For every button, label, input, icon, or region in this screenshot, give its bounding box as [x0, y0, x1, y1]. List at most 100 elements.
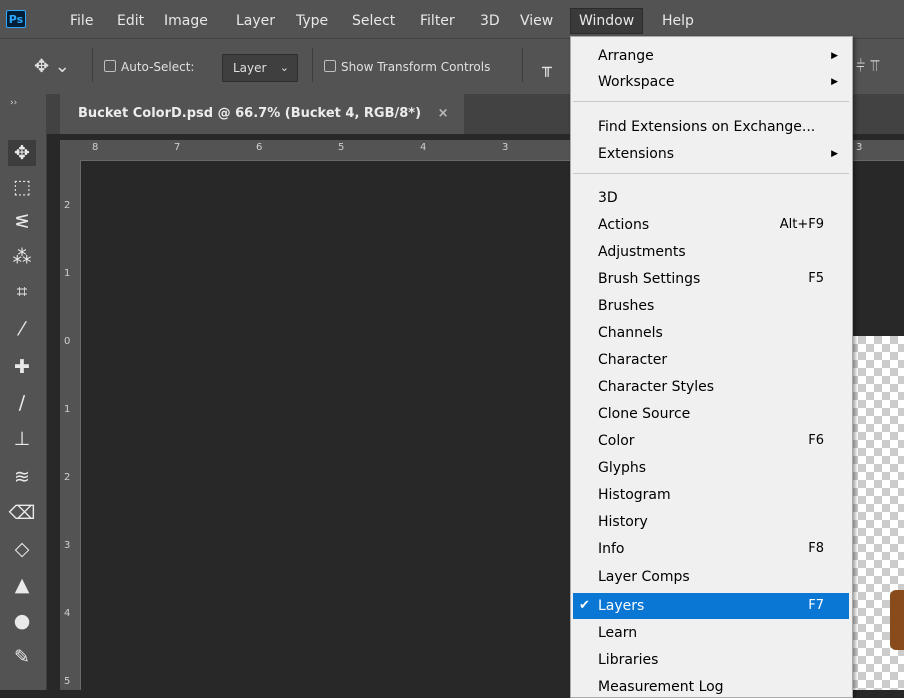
- ruler-label: 3: [856, 142, 863, 153]
- ruler-label: 3: [64, 540, 71, 551]
- menu-help[interactable]: Help: [662, 12, 694, 30]
- dodge-tool-icon[interactable]: ●: [8, 608, 36, 634]
- ruler-label: 2: [64, 472, 71, 483]
- shortcut-label: Alt+F9: [779, 217, 824, 232]
- sharpen-tool-icon[interactable]: ▲: [8, 572, 36, 598]
- options-divider: [522, 48, 523, 82]
- eyedropper-tool-icon[interactable]: ⁄: [8, 316, 36, 342]
- show-transform-controls-checkbox[interactable]: Show Transform Controls: [324, 60, 490, 74]
- panel-collapse-icon[interactable]: ››: [10, 98, 17, 108]
- menu-item-3d[interactable]: 3D: [598, 189, 618, 207]
- brush-tool-icon[interactable]: ∕: [8, 390, 36, 416]
- pen-tool-icon[interactable]: ✎: [8, 644, 36, 670]
- menu-item-actions[interactable]: Actions: [598, 216, 649, 234]
- checkbox-icon: [104, 60, 116, 72]
- checkbox-icon: [324, 60, 336, 72]
- menu-edit[interactable]: Edit: [117, 12, 144, 30]
- menu-item-character[interactable]: Character: [598, 351, 667, 369]
- ruler-label: 6: [256, 142, 263, 153]
- auto-select-label: Auto-Select:: [121, 60, 195, 74]
- menu-item-history[interactable]: History: [598, 513, 648, 531]
- ruler-label: 4: [64, 608, 71, 619]
- ruler-label: 3: [502, 142, 509, 153]
- ruler-label: 5: [64, 676, 71, 687]
- bucket-artwork: [890, 590, 904, 650]
- menu-filter[interactable]: Filter: [420, 12, 455, 30]
- history-brush-tool-icon[interactable]: ≋: [8, 464, 36, 490]
- menu-file[interactable]: File: [70, 12, 93, 30]
- menu-view[interactable]: View: [520, 12, 553, 30]
- menu-item-extensions[interactable]: Extensions: [598, 145, 674, 163]
- document-tab[interactable]: Bucket ColorD.psd @ 66.7% (Bucket 4, RGB…: [60, 94, 465, 134]
- menu-item-info[interactable]: Info: [598, 540, 625, 558]
- stamp-tool-icon[interactable]: ⊥: [8, 426, 36, 452]
- submenu-arrow-icon: ▶: [831, 77, 838, 87]
- dropdown-value: Layer: [233, 61, 267, 75]
- paint-bucket-tool-icon[interactable]: ◇: [8, 536, 36, 562]
- magic-wand-tool-icon[interactable]: ⁂: [8, 244, 36, 270]
- ruler-label: 8: [92, 142, 99, 153]
- menu-item-arrange[interactable]: Arrange: [598, 47, 654, 65]
- menu-item-color[interactable]: Color: [598, 432, 635, 450]
- window-menu: Arrange ▶ Workspace ▶ Find Extensions on…: [570, 36, 853, 698]
- menu-item-brushes[interactable]: Brushes: [598, 297, 654, 315]
- ruler-label: 1: [64, 268, 71, 279]
- show-transform-label: Show Transform Controls: [341, 60, 491, 74]
- lasso-tool-icon[interactable]: ᓬ: [8, 209, 36, 235]
- menu-image[interactable]: Image: [164, 12, 208, 30]
- ruler-label: 4: [420, 142, 427, 153]
- menu-item-layers[interactable]: Layers: [598, 597, 644, 615]
- align-top-icon[interactable]: ╥: [542, 58, 552, 77]
- menu-separator: [573, 101, 849, 102]
- auto-select-target-dropdown[interactable]: Layer ⌄: [222, 54, 298, 82]
- options-divider: [92, 48, 93, 82]
- checkmark-icon: ✔: [579, 598, 590, 613]
- options-divider: [312, 48, 313, 82]
- chevron-down-icon: ⌄: [279, 61, 289, 74]
- menu-item-clone-source[interactable]: Clone Source: [598, 405, 690, 423]
- healing-brush-tool-icon[interactable]: ✚: [8, 354, 36, 380]
- menu-item-measurement-log[interactable]: Measurement Log: [598, 678, 724, 696]
- auto-select-checkbox[interactable]: Auto-Select:: [104, 60, 194, 74]
- crop-tool-icon[interactable]: ⌗: [8, 279, 36, 305]
- menu-separator: [573, 173, 849, 174]
- vertical-ruler[interactable]: 2 1 0 1 2 3 4 5: [60, 160, 81, 690]
- marquee-tool-icon[interactable]: ⬚: [8, 174, 36, 200]
- shortcut-label: F6: [808, 433, 824, 448]
- ruler-label: 7: [174, 142, 181, 153]
- document-tab-title: Bucket ColorD.psd @ 66.7% (Bucket 4, RGB…: [78, 106, 422, 121]
- move-tool-preset-icon[interactable]: ✥ ⌄: [34, 56, 70, 77]
- shortcut-label: F7: [808, 598, 824, 613]
- menu-select[interactable]: Select: [352, 12, 395, 30]
- menu-layer[interactable]: Layer: [236, 12, 275, 30]
- submenu-arrow-icon: ▶: [831, 51, 838, 61]
- distribute-icon[interactable]: ⫩ ⫪: [856, 56, 879, 76]
- menu-bar: Ps File Edit Image Layer Type Select Fil…: [0, 0, 904, 38]
- ruler-label: 5: [338, 142, 345, 153]
- close-tab-icon[interactable]: ×: [438, 106, 449, 121]
- menu-item-glyphs[interactable]: Glyphs: [598, 459, 646, 477]
- eraser-tool-icon[interactable]: ⌫: [8, 500, 36, 526]
- ruler-label: 2: [64, 200, 71, 211]
- shortcut-label: F5: [808, 271, 824, 286]
- menu-item-character-styles[interactable]: Character Styles: [598, 378, 714, 396]
- tools-panel: ›› ✥ ⬚ ᓬ ⁂ ⌗ ⁄ ✚ ∕ ⊥ ≋ ⌫ ◇ ▲ ● ✎: [0, 94, 47, 690]
- photoshop-logo-icon: Ps: [6, 10, 26, 28]
- shortcut-label: F8: [808, 541, 824, 556]
- menu-3d[interactable]: 3D: [480, 12, 500, 30]
- submenu-arrow-icon: ▶: [831, 149, 838, 159]
- menu-item-workspace[interactable]: Workspace: [598, 73, 675, 91]
- menu-item-learn[interactable]: Learn: [598, 624, 637, 642]
- move-tool-icon[interactable]: ✥: [8, 140, 36, 166]
- menu-item-histogram[interactable]: Histogram: [598, 486, 671, 504]
- menu-type[interactable]: Type: [296, 12, 328, 30]
- menu-item-adjustments[interactable]: Adjustments: [598, 243, 686, 261]
- menu-window[interactable]: Window: [570, 8, 644, 34]
- menu-item-brush-settings[interactable]: Brush Settings: [598, 270, 700, 288]
- ruler-label: 0: [64, 336, 71, 347]
- menu-item-layer-comps[interactable]: Layer Comps: [598, 568, 690, 586]
- menu-item-channels[interactable]: Channels: [598, 324, 663, 342]
- ruler-label: 1: [64, 404, 71, 415]
- menu-item-libraries[interactable]: Libraries: [598, 651, 658, 669]
- menu-item-find-extensions[interactable]: Find Extensions on Exchange...: [598, 118, 815, 136]
